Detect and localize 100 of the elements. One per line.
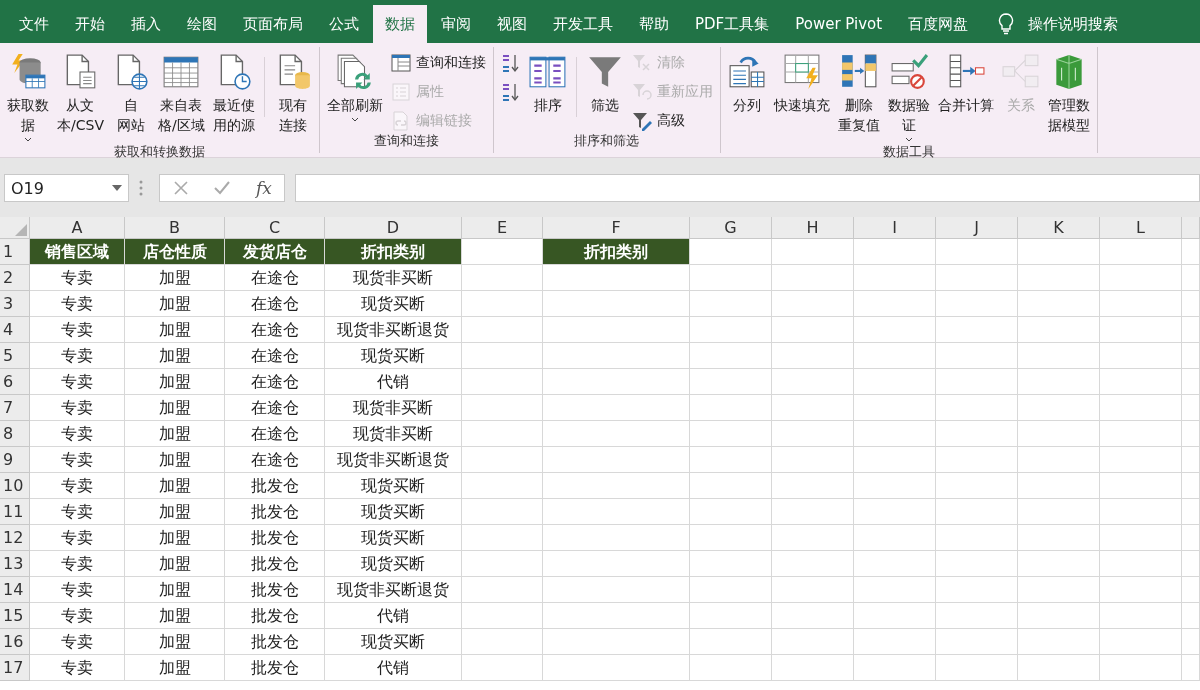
name-box[interactable]: O19 <box>4 174 129 202</box>
table-cell: 批发仓 <box>225 603 325 629</box>
empty-cell <box>1182 577 1200 603</box>
ribbon-tab[interactable]: 插入 <box>119 5 173 43</box>
ribbon-button[interactable]: 管理数 据模型 <box>1044 53 1093 135</box>
ribbon-tab[interactable]: PDF工具集 <box>683 5 782 43</box>
ribbon-tab[interactable]: 审阅 <box>429 5 483 43</box>
ribbon-button[interactable]: 排序 <box>525 53 570 115</box>
column-header[interactable]: G <box>690 217 772 239</box>
row-header[interactable]: 3 <box>0 291 30 317</box>
ribbon-button[interactable]: 来自表 格/区域 <box>154 53 208 135</box>
table-cell: 专卖 <box>30 499 125 525</box>
ribbon-tab[interactable]: 数据 <box>373 5 427 43</box>
database-icon <box>9 53 47 91</box>
ribbon-tab[interactable]: 帮助 <box>627 5 681 43</box>
ribbon-button[interactable]: 现有 连接 <box>270 53 315 135</box>
ribbon-tab[interactable]: 绘图 <box>175 5 229 43</box>
ribbon-button[interactable]: 高级 <box>631 111 713 131</box>
table-cell: 代销 <box>325 369 462 395</box>
cancel-button[interactable] <box>174 181 188 195</box>
ribbon-tab[interactable]: 百度网盘 <box>896 5 981 43</box>
row-header[interactable]: 4 <box>0 317 30 343</box>
ribbon-button[interactable]: 获取数 据 <box>4 53 52 142</box>
ribbon-button[interactable]: 分列 <box>724 53 769 115</box>
ribbon-button[interactable]: 最近使 用的源 <box>209 53 258 135</box>
row-header[interactable]: 1 <box>0 239 30 265</box>
empty-cell <box>1182 525 1200 551</box>
insert-function-button[interactable]: fx <box>256 178 272 198</box>
empty-cell <box>1182 395 1200 421</box>
column-header[interactable]: J <box>936 217 1018 239</box>
row-header[interactable]: 17 <box>0 655 30 681</box>
column-header[interactable]: A <box>30 217 125 239</box>
table-cell: 现货买断 <box>325 525 462 551</box>
group-label: 数据工具 <box>881 143 936 161</box>
ribbon-tab[interactable]: 开发工具 <box>541 5 625 43</box>
ribbon-tab[interactable]: 公式 <box>317 5 371 43</box>
sort-button[interactable] <box>500 53 521 73</box>
lightbulb-icon <box>998 13 1015 35</box>
table-cell: 加盟 <box>125 629 225 655</box>
triangle-icon <box>15 224 27 236</box>
row-header[interactable]: 9 <box>0 447 30 473</box>
ribbon-button[interactable]: 合并计算 <box>934 53 997 115</box>
column-header[interactable]: L <box>1100 217 1182 239</box>
ribbon-tab[interactable]: 页面布局 <box>231 5 315 43</box>
table-cell: 专卖 <box>30 525 125 551</box>
table-cell: 代销 <box>325 655 462 681</box>
group-label: 获取和转换数据 <box>112 143 206 161</box>
column-header[interactable]: I <box>854 217 936 239</box>
ribbon-button[interactable]: 查询和连接 <box>390 53 486 73</box>
ribbon-button[interactable]: 从文 本/CSV <box>54 53 107 135</box>
column-header[interactable]: E <box>462 217 543 239</box>
row-header[interactable]: 8 <box>0 421 30 447</box>
ribbon-tab[interactable]: 视图 <box>485 5 539 43</box>
column-header[interactable]: B <box>125 217 225 239</box>
row-header[interactable]: 10 <box>0 473 30 499</box>
ribbon-tab[interactable]: 开始 <box>63 5 117 43</box>
data-validation-icon <box>889 53 928 91</box>
search-box[interactable]: 操作说明搜索 <box>998 5 1119 43</box>
table-cell: 现货非买断 <box>325 421 462 447</box>
table-cell: 现货买断 <box>325 473 462 499</box>
row-header[interactable]: 5 <box>0 343 30 369</box>
empty-cell <box>1182 603 1200 629</box>
ribbon-tab[interactable]: 文件 <box>7 5 61 43</box>
ribbon-button[interactable]: 筛选 <box>582 53 627 115</box>
column-header[interactable]: D <box>325 217 462 239</box>
ribbon-button[interactable]: 数据验 证 <box>884 53 933 142</box>
row-header[interactable]: 12 <box>0 525 30 551</box>
ribbon-button[interactable]: 自 网站 <box>108 53 153 135</box>
table-cell: 专卖 <box>30 629 125 655</box>
row-header[interactable]: 11 <box>0 499 30 525</box>
filter-pencil-icon <box>631 111 652 131</box>
grip-icon <box>139 180 143 196</box>
ribbon-tab[interactable]: Power Pivot <box>783 5 895 43</box>
table-cell: 在途仓 <box>225 317 325 343</box>
table-cell: 现货非买断 <box>325 395 462 421</box>
row-header[interactable]: 15 <box>0 603 30 629</box>
row-header[interactable]: 14 <box>0 577 30 603</box>
column-header[interactable] <box>1182 217 1200 239</box>
select-all-corner[interactable] <box>0 217 30 239</box>
column-header[interactable]: K <box>1018 217 1100 239</box>
row-header[interactable]: 16 <box>0 629 30 655</box>
ribbon-button[interactable]: 删除 重复值 <box>834 53 883 135</box>
enter-button[interactable] <box>214 181 230 195</box>
column-header[interactable]: C <box>225 217 325 239</box>
query-pane-icon <box>390 53 411 73</box>
table-cell: 现货买断 <box>325 291 462 317</box>
column-header[interactable]: F <box>543 217 690 239</box>
table-cell: 专卖 <box>30 577 125 603</box>
ribbon-button[interactable]: 快速填充 <box>770 53 833 115</box>
row-header[interactable]: 6 <box>0 369 30 395</box>
table-cell: 专卖 <box>30 473 125 499</box>
formula-input[interactable] <box>294 174 1200 202</box>
ribbon-button[interactable]: 全部刷新 <box>323 53 386 122</box>
column-header[interactable]: H <box>772 217 854 239</box>
table-cell: 专卖 <box>30 603 125 629</box>
sort-button[interactable] <box>500 82 521 102</box>
empty-cell <box>1182 317 1200 343</box>
row-header[interactable]: 13 <box>0 551 30 577</box>
row-header[interactable]: 7 <box>0 395 30 421</box>
row-header[interactable]: 2 <box>0 265 30 291</box>
